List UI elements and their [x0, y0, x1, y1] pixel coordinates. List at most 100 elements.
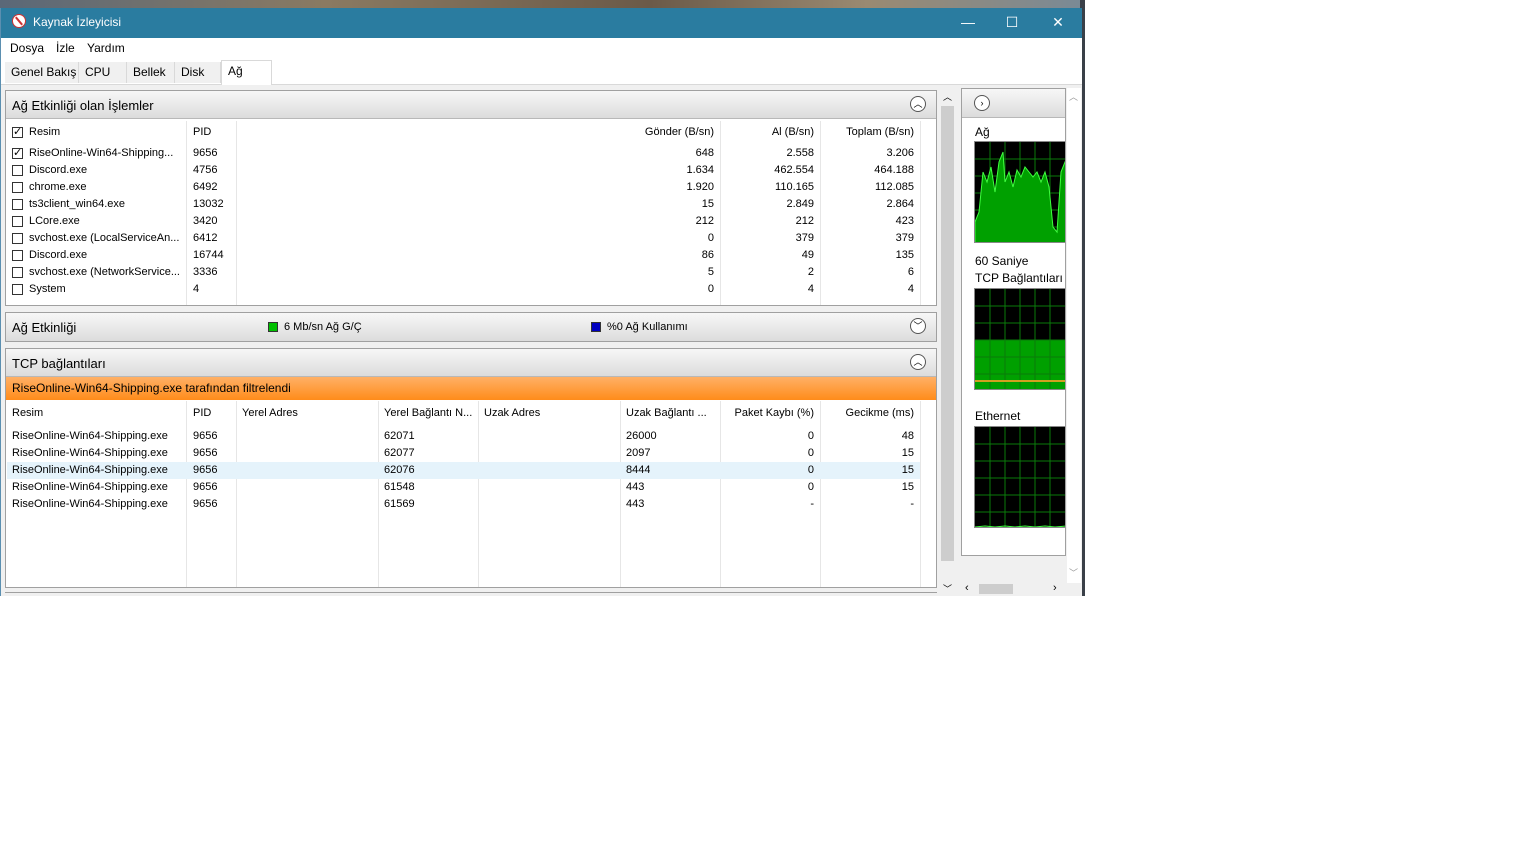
filter-banner[interactable]: RiseOnline-Win64-Shipping.exe tarafından…: [6, 377, 936, 400]
connection-local-port: 61548: [384, 481, 415, 493]
minimize-button[interactable]: —: [945, 8, 991, 38]
column-header-receive[interactable]: Al (B/sn): [722, 126, 814, 138]
graph-horizontal-scrollbar[interactable]: ‹ ›: [961, 582, 1066, 596]
process-send: 5: [707, 266, 714, 278]
column-header-total[interactable]: Toplam (B/sn): [822, 126, 914, 138]
process-name: ts3client_win64.exe: [29, 198, 126, 210]
column-header-image[interactable]: Resim: [12, 407, 43, 419]
menu-help[interactable]: Yardım: [87, 41, 125, 55]
process-name: svchost.exe (NetworkService...: [29, 266, 180, 278]
close-button[interactable]: ✕: [1035, 8, 1081, 38]
network-graph: [974, 141, 1065, 243]
graph-label-tcp: TCP Bağlantıları: [975, 271, 1063, 285]
process-send: 1.634: [686, 164, 714, 176]
maximize-button[interactable]: ☐: [989, 8, 1035, 38]
connection-packet-loss: -: [810, 498, 814, 510]
tab-memory[interactable]: Bellek: [127, 62, 175, 83]
collapse-up-icon[interactable]: ︿: [910, 96, 926, 112]
process-total: 6: [907, 266, 914, 278]
process-name: LCore.exe: [29, 215, 80, 227]
process-send: 648: [695, 147, 714, 159]
scroll-right-arrow-icon[interactable]: ›: [1053, 582, 1057, 594]
column-header-send[interactable]: Gönder (B/sn): [606, 126, 714, 138]
select-all-checkbox[interactable]: [12, 125, 23, 138]
process-pid: 6492: [193, 181, 218, 193]
graph-label-network: Ağ: [975, 125, 990, 139]
scroll-thumb[interactable]: [979, 584, 1013, 594]
column-header-pid[interactable]: PID: [193, 407, 211, 419]
scroll-thumb[interactable]: [941, 106, 954, 561]
column-header-pid[interactable]: PID: [193, 126, 211, 138]
process-name: svchost.exe (LocalServiceAn...: [29, 232, 180, 244]
connection-pid: 9656: [193, 447, 218, 459]
column-divider: [720, 401, 721, 587]
tab-overview[interactable]: Genel Bakış: [5, 62, 79, 83]
process-receive: 2.849: [786, 198, 814, 210]
process-name: chrome.exe: [29, 181, 87, 193]
connection-remote-port: 8444: [626, 464, 651, 476]
process-pid: 9656: [193, 147, 218, 159]
tab-disk[interactable]: Disk: [175, 62, 221, 83]
tab-cpu[interactable]: CPU: [79, 62, 127, 83]
process-receive: 462.554: [774, 164, 814, 176]
column-header-remote-address[interactable]: Uzak Adres: [484, 407, 540, 419]
column-divider: [378, 401, 379, 587]
process-checkbox[interactable]: [12, 216, 23, 227]
process-name: System: [29, 283, 66, 295]
process-checkbox[interactable]: [12, 165, 23, 176]
chevron-right-icon[interactable]: ›: [974, 95, 990, 111]
network-activity-header[interactable]: Ağ Etkinliği 6 Mb/sn Ağ G/Ç %0 Ağ Kullan…: [6, 313, 936, 341]
connection-pid: 9656: [193, 481, 218, 493]
collapse-up-icon[interactable]: ︿: [910, 354, 926, 370]
connection-latency: 15: [901, 447, 914, 459]
panel-title: Ağ Etkinliği: [12, 320, 77, 335]
column-header-local-port[interactable]: Yerel Bağlantı N...: [384, 407, 476, 419]
process-checkbox[interactable]: [12, 146, 23, 159]
network-usage-label: %0 Ağ Kullanımı: [607, 321, 688, 333]
process-name: Discord.exe: [29, 164, 88, 176]
expand-down-icon[interactable]: ﹀: [910, 318, 926, 334]
column-header-local-address[interactable]: Yerel Adres: [242, 407, 298, 419]
column-divider: [236, 121, 237, 305]
process-pid: 6412: [193, 232, 218, 244]
process-send: 212: [695, 215, 714, 227]
column-header-packet-loss[interactable]: Paket Kaybı (%): [722, 407, 814, 419]
menu-view[interactable]: İzle: [56, 41, 75, 55]
column-header-image[interactable]: Resim: [29, 126, 60, 138]
scroll-left-arrow-icon[interactable]: ‹: [965, 582, 969, 594]
scroll-down-arrow-icon[interactable]: ﹀: [1069, 566, 1078, 579]
column-header-latency[interactable]: Gecikme (ms): [822, 407, 914, 419]
process-send: 86: [701, 249, 714, 261]
process-checkbox[interactable]: [12, 199, 23, 210]
process-checkbox[interactable]: [12, 233, 23, 244]
network-processes-header[interactable]: Ağ Etkinliği olan İşlemler ︿: [6, 91, 936, 119]
process-total: 3.206: [886, 147, 914, 159]
tcp-connections-header[interactable]: TCP bağlantıları ︿: [6, 349, 936, 377]
connection-latency: 48: [901, 430, 914, 442]
process-checkbox[interactable]: [12, 182, 23, 193]
column-divider: [478, 401, 479, 587]
process-checkbox[interactable]: [12, 267, 23, 278]
column-divider: [720, 121, 721, 305]
graph-pane-header: ›: [962, 89, 1065, 118]
connection-local-port: 61569: [384, 498, 415, 510]
process-send: 1.920: [686, 181, 714, 193]
tab-network[interactable]: Ağ: [221, 60, 272, 85]
process-checkbox[interactable]: [12, 250, 23, 261]
process-pid: 13032: [193, 198, 224, 210]
process-total: 4: [907, 283, 914, 295]
graph-vertical-scrollbar[interactable]: ︿ ﹀: [1067, 88, 1081, 583]
process-pid: 16744: [193, 249, 224, 261]
scroll-up-arrow-icon[interactable]: ︿: [943, 90, 952, 103]
graph-label-ethernet: Ethernet: [975, 409, 1021, 423]
column-header-remote-port[interactable]: Uzak Bağlantı ...: [626, 407, 718, 419]
column-divider: [920, 121, 921, 305]
menu-file[interactable]: Dosya: [10, 41, 44, 55]
connection-pid: 9656: [193, 498, 218, 510]
process-receive: 2: [807, 266, 814, 278]
main-vertical-scrollbar[interactable]: ︿ ﹀: [939, 88, 956, 596]
scroll-down-arrow-icon[interactable]: ﹀: [943, 582, 952, 595]
scroll-up-arrow-icon[interactable]: ︿: [1069, 90, 1078, 103]
io-legend-swatch: [268, 322, 278, 332]
process-checkbox[interactable]: [12, 284, 23, 295]
